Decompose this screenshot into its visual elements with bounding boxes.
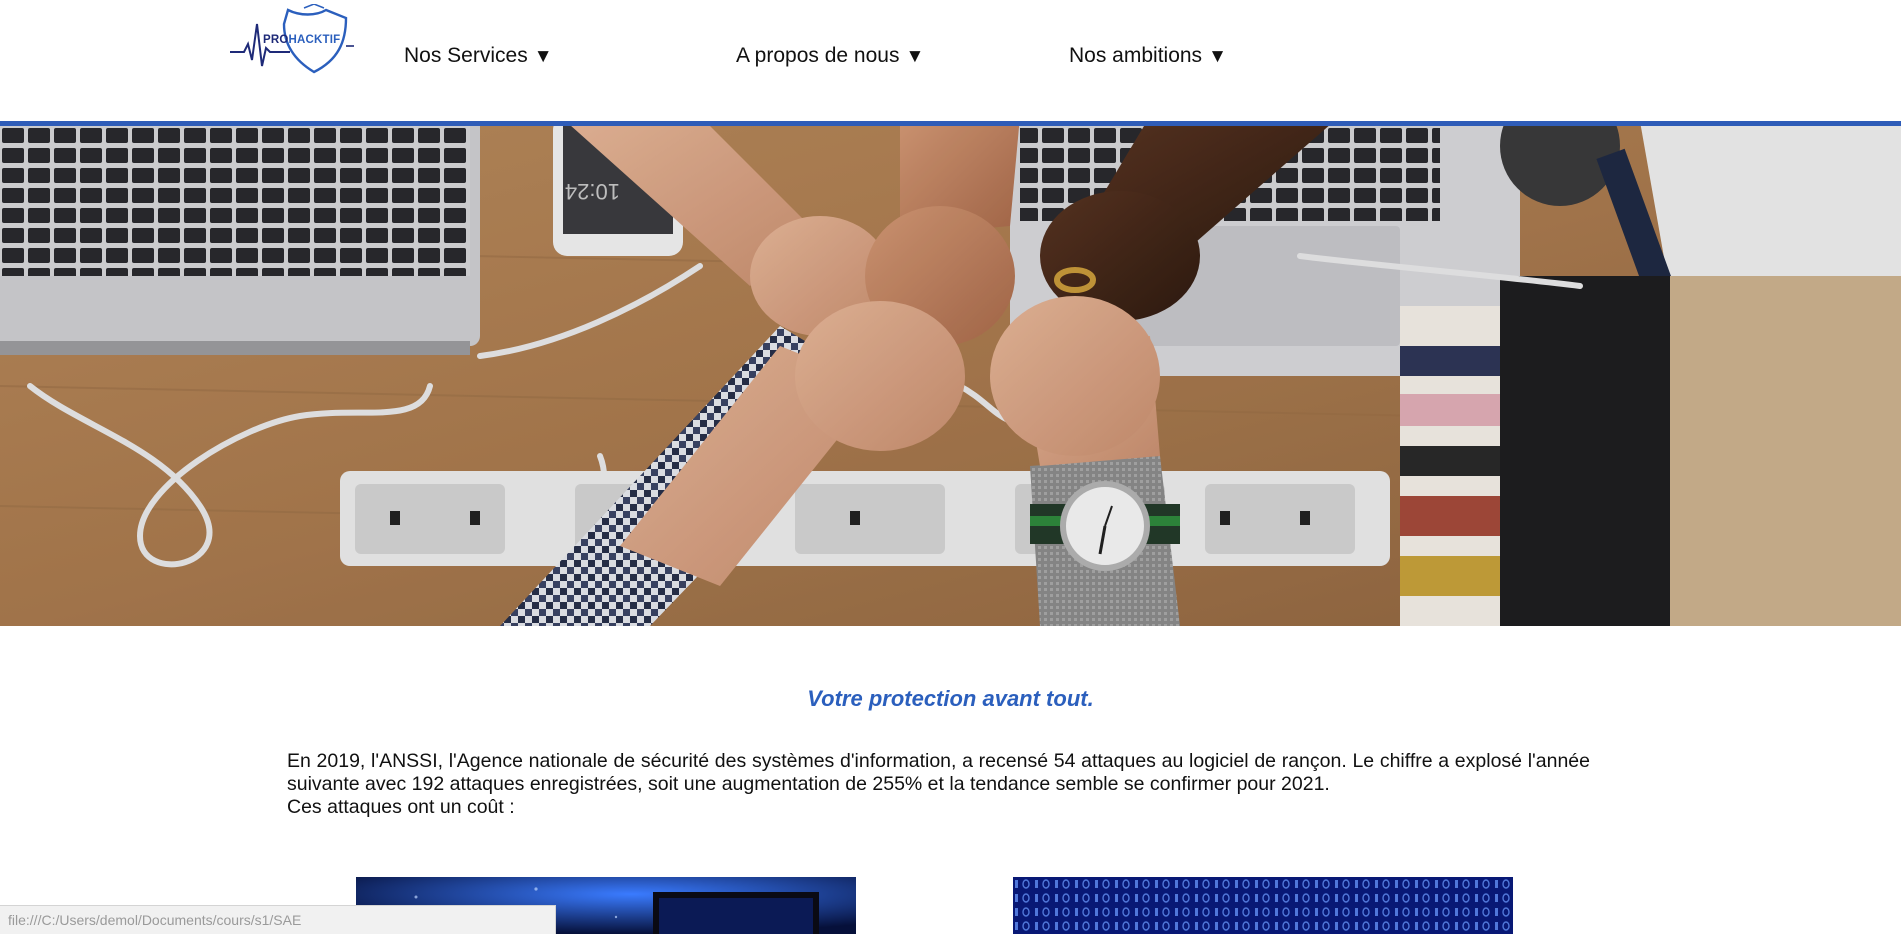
page: PROHACKTIF Nos Services ▼ A propos de nou… xyxy=(0,0,1901,934)
site-logo[interactable]: PROHACKTIF xyxy=(230,4,356,76)
caret-down-icon: ▼ xyxy=(905,46,925,67)
nav-item-ambitions-label: Nos ambitions xyxy=(1069,44,1203,67)
nav-item-services-label: Nos Services xyxy=(404,44,528,67)
nav-item-about-label: A propos de nous xyxy=(736,44,900,67)
page-tagline: Votre protection avant tout. xyxy=(807,686,1094,711)
browser-status-url: file:///C:/Users/demol/Documents/cours/s… xyxy=(0,905,556,934)
logo-text-pro: PRO xyxy=(263,34,289,46)
intro-paragraph: En 2019, l'ANSSI, l'Agence nationale de … xyxy=(287,750,1590,795)
nav-item-ambitions[interactable]: Nos ambitions ▼ xyxy=(1069,43,1227,70)
caret-down-icon: ▼ xyxy=(533,46,553,67)
binary-code-image-icon xyxy=(1013,877,1513,934)
thumbnail-binary-code xyxy=(1013,877,1513,934)
caret-down-icon: ▼ xyxy=(1208,46,1227,67)
nav-item-about[interactable]: A propos de nous ▼ xyxy=(736,43,924,70)
intro-paragraph-cost: Ces attaques ont un coût : xyxy=(287,796,515,818)
logo-text-hacktif: HACKTIF xyxy=(288,34,341,46)
site-header: PROHACKTIF Nos Services ▼ A propos de nou… xyxy=(0,0,1901,121)
hero-banner: 10:24 xyxy=(0,126,1901,626)
logo-wordmark: PROHACKTIF xyxy=(263,34,340,46)
teamwork-fist-bump-photo-icon: 10:24 xyxy=(0,126,1901,626)
nav-item-services[interactable]: Nos Services ▼ xyxy=(404,43,553,70)
